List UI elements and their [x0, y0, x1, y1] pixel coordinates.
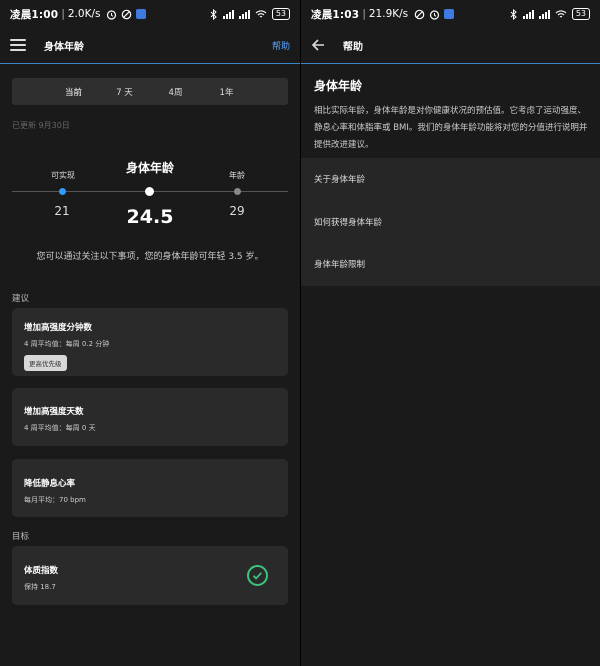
alarm-icon	[107, 9, 117, 20]
signal-2-icon	[238, 9, 250, 19]
bluetooth-icon	[510, 8, 517, 20]
help-topics-list: 关于身体年龄 如何获得身体年龄 身体年龄限制	[301, 158, 600, 286]
signal-2-icon	[538, 9, 550, 19]
page-title: 帮助	[343, 41, 363, 53]
suggestion-card[interactable]: 降低静息心率 每月平均：70 bpm	[12, 459, 288, 517]
help-topic-how-to-get[interactable]: 如何获得身体年龄	[301, 201, 600, 244]
tab-7-days[interactable]: 7 天	[99, 86, 150, 98]
back-arrow-icon[interactable]	[311, 38, 325, 52]
last-updated: 已更新 9月30日	[12, 121, 70, 130]
no-disturb-icon	[414, 9, 425, 19]
achievable-age-value: 21	[54, 204, 70, 218]
help-heading: 身体年龄	[314, 79, 363, 93]
menu-icon[interactable]	[10, 39, 26, 51]
suggestion-subtitle: 4 周平均值：每周 0.2 分钟	[24, 340, 110, 348]
suggestion-title: 降低静息心率	[24, 479, 76, 489]
suggestion-title: 增加高强度天数	[24, 407, 84, 417]
bluetooth-icon	[210, 8, 217, 20]
page-title: 身体年龄	[44, 41, 84, 53]
achievable-label: 可实现	[51, 171, 75, 180]
body-age-screen: 凌晨1:00 | 2.0K/s 53 身体年龄 帮助 当前 7 天 4周 1年 …	[0, 0, 300, 666]
tab-4-weeks[interactable]: 4周	[150, 86, 201, 98]
app-bar: 帮助	[301, 28, 600, 62]
suggestion-title: 增加高强度分钟数	[24, 323, 93, 333]
status-net-speed: 21.9K/s	[368, 8, 409, 20]
header-divider	[0, 63, 300, 64]
time-range-tabs: 当前 7 天 4周 1年	[12, 78, 288, 105]
achievable-age-marker	[59, 188, 66, 195]
suggestion-card[interactable]: 增加高强度分钟数 4 周平均值：每周 0.2 分钟 更高优先级	[12, 308, 288, 376]
suggestion-card[interactable]: 增加高强度天数 4 周平均值：每周 0 天	[12, 388, 288, 446]
goal-card[interactable]: 体质指数 保持 18.7	[12, 546, 288, 605]
battery-icon: 53	[571, 8, 590, 20]
app-notification-icon	[444, 9, 455, 19]
help-description: 相比实际年龄，身体年龄是对你健康状况的预估值。它考虑了运动强度、静息心率和体脂率…	[314, 106, 588, 150]
status-time: 凌晨1:03	[311, 8, 360, 21]
actual-age-marker	[234, 188, 241, 195]
tab-current[interactable]: 当前	[48, 86, 99, 98]
status-time: 凌晨1:00	[10, 8, 59, 21]
goal-title: 体质指数	[24, 566, 59, 576]
wifi-icon	[555, 10, 567, 18]
current-age-marker	[145, 187, 154, 196]
battery-icon: 53	[271, 8, 290, 20]
wifi-icon	[255, 10, 267, 18]
actual-age-label: 年龄	[229, 171, 245, 180]
app-notification-icon	[136, 9, 147, 19]
suggestion-subtitle: 4 周平均值：每周 0 天	[24, 424, 96, 432]
no-disturb-icon	[122, 9, 132, 19]
signal-icon	[222, 9, 234, 19]
suggestion-subtitle: 每月平均：70 bpm	[24, 496, 86, 504]
goals-header: 目标	[12, 532, 30, 542]
improvement-hint: 您可以通过关注以下事项，您的身体年龄可年轻 3.5 岁。	[36, 252, 264, 262]
status-bar: 凌晨1:00 | 2.0K/s 53	[0, 0, 300, 28]
help-topic-limitations[interactable]: 身体年龄限制	[301, 243, 600, 286]
app-bar: 身体年龄 帮助	[0, 28, 300, 62]
alarm-icon	[430, 9, 440, 20]
status-bar: 凌晨1:03 | 21.9K/s 53	[301, 0, 600, 28]
header-divider	[301, 63, 600, 64]
status-net-speed: 2.0K/s	[67, 8, 101, 20]
help-button[interactable]: 帮助	[272, 39, 290, 52]
suggestions-header: 建议	[12, 294, 30, 304]
priority-badge: 更高优先级	[24, 355, 67, 371]
actual-age-value: 29	[229, 204, 245, 218]
help-topic-about[interactable]: 关于身体年龄	[301, 158, 600, 201]
tab-1-year[interactable]: 1年	[201, 86, 252, 98]
goal-subtitle: 保持 18.7	[24, 583, 56, 591]
help-screen: 凌晨1:03 | 21.9K/s 53 帮助 身体年龄 相比实际年龄，身体年龄是…	[300, 0, 600, 666]
signal-icon	[522, 9, 534, 19]
check-circle-icon	[247, 565, 268, 586]
body-age-value: 24.5	[126, 206, 174, 228]
